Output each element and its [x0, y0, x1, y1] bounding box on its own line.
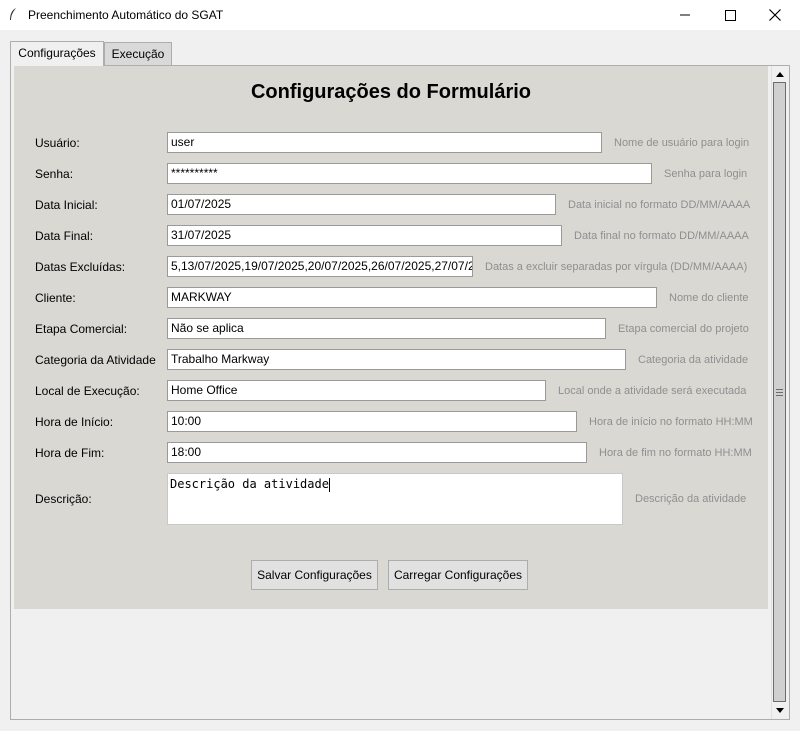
usuario-hint: Nome de usuário para login — [614, 137, 750, 149]
categoria-hint: Categoria da atividade — [638, 354, 749, 366]
scroll-down-icon[interactable] — [772, 703, 788, 717]
categoria-field[interactable]: Trabalho Markway — [167, 349, 626, 370]
vertical-scrollbar[interactable] — [771, 66, 788, 719]
cliente-label: Cliente: — [35, 291, 76, 305]
datas-excluidas-label: Datas Excluídas: — [35, 260, 126, 274]
text-caret — [328, 477, 330, 492]
close-button[interactable] — [752, 0, 798, 30]
cliente-hint: Nome do cliente — [669, 292, 749, 304]
data-final-label: Data Final: — [35, 229, 94, 243]
etapa-comercial-hint: Etapa comercial do projeto — [618, 323, 749, 335]
hora-inicio-label: Hora de Início: — [35, 415, 114, 429]
close-icon — [769, 9, 781, 21]
data-inicial-label: Data Inicial: — [35, 198, 98, 212]
load-settings-button[interactable]: Carregar Configurações — [388, 560, 528, 590]
page-title: Configurações do Formulário — [250, 81, 532, 103]
etapa-comercial-label: Etapa Comercial: — [35, 322, 128, 336]
data-inicial-hint: Data inicial no formato DD/MM/AAAA — [568, 199, 751, 211]
datas-excluidas-field[interactable]: 5,13/07/2025,19/07/2025,20/07/2025,26/07… — [167, 256, 473, 277]
scroll-up-icon[interactable] — [772, 67, 788, 81]
form-area: Configurações do Formulário Usuário: use… — [14, 66, 768, 609]
senha-field[interactable]: ********** — [167, 163, 652, 184]
grip-line — [776, 389, 783, 390]
scrollbar-thumb[interactable] — [773, 82, 786, 702]
usuario-field[interactable]: user — [167, 132, 602, 153]
tab-panel: Configurações do Formulário Usuário: use… — [10, 65, 790, 720]
etapa-comercial-field[interactable]: Não se aplica — [167, 318, 606, 339]
minimize-button[interactable] — [662, 0, 708, 30]
descricao-text: Descrição da atividade — [170, 477, 329, 491]
local-hint: Local onde a atividade será executada — [558, 385, 747, 397]
senha-label: Senha: — [35, 167, 74, 181]
save-settings-button[interactable]: Salvar Configurações — [251, 560, 378, 590]
hora-inicio-field[interactable]: 10:00 — [167, 411, 577, 432]
hora-fim-label: Hora de Fim: — [35, 446, 105, 460]
data-final-field[interactable]: 31/07/2025 — [167, 225, 562, 246]
hora-fim-field[interactable]: 18:00 — [167, 442, 587, 463]
window-title: Preenchimento Automático do SGAT — [28, 8, 224, 22]
maximize-button[interactable] — [707, 0, 753, 30]
descricao-textarea[interactable]: Descrição da atividade — [167, 473, 623, 525]
tab-configuracoes[interactable]: Configurações — [10, 41, 104, 66]
cliente-field[interactable]: MARKWAY — [167, 287, 657, 308]
local-label: Local de Execução: — [35, 384, 140, 398]
hora-inicio-hint: Hora de início no formato HH:MM — [589, 416, 753, 428]
data-inicial-field[interactable]: 01/07/2025 — [167, 194, 556, 215]
categoria-label: Categoria da Atividade — [35, 353, 156, 367]
maximize-icon — [724, 9, 736, 21]
minimize-icon — [680, 14, 690, 16]
descricao-hint: Descrição da atividade — [635, 493, 747, 505]
title-bar: Preenchimento Automático do SGAT — [0, 0, 800, 30]
tab-execucao[interactable]: Execução — [104, 42, 172, 65]
hora-fim-hint: Hora de fim no formato HH:MM — [599, 447, 752, 459]
descricao-label: Descrição: — [35, 492, 92, 506]
datas-excluidas-hint: Datas a excluir separadas por vírgula (D… — [485, 261, 748, 273]
grip-line — [776, 392, 783, 393]
local-field[interactable]: Home Office — [167, 380, 546, 401]
feather-icon — [8, 7, 22, 23]
usuario-label: Usuário: — [35, 136, 80, 150]
grip-line — [776, 395, 783, 396]
senha-hint: Senha para login — [664, 168, 748, 180]
data-final-hint: Data final no formato DD/MM/AAAA — [574, 230, 749, 242]
